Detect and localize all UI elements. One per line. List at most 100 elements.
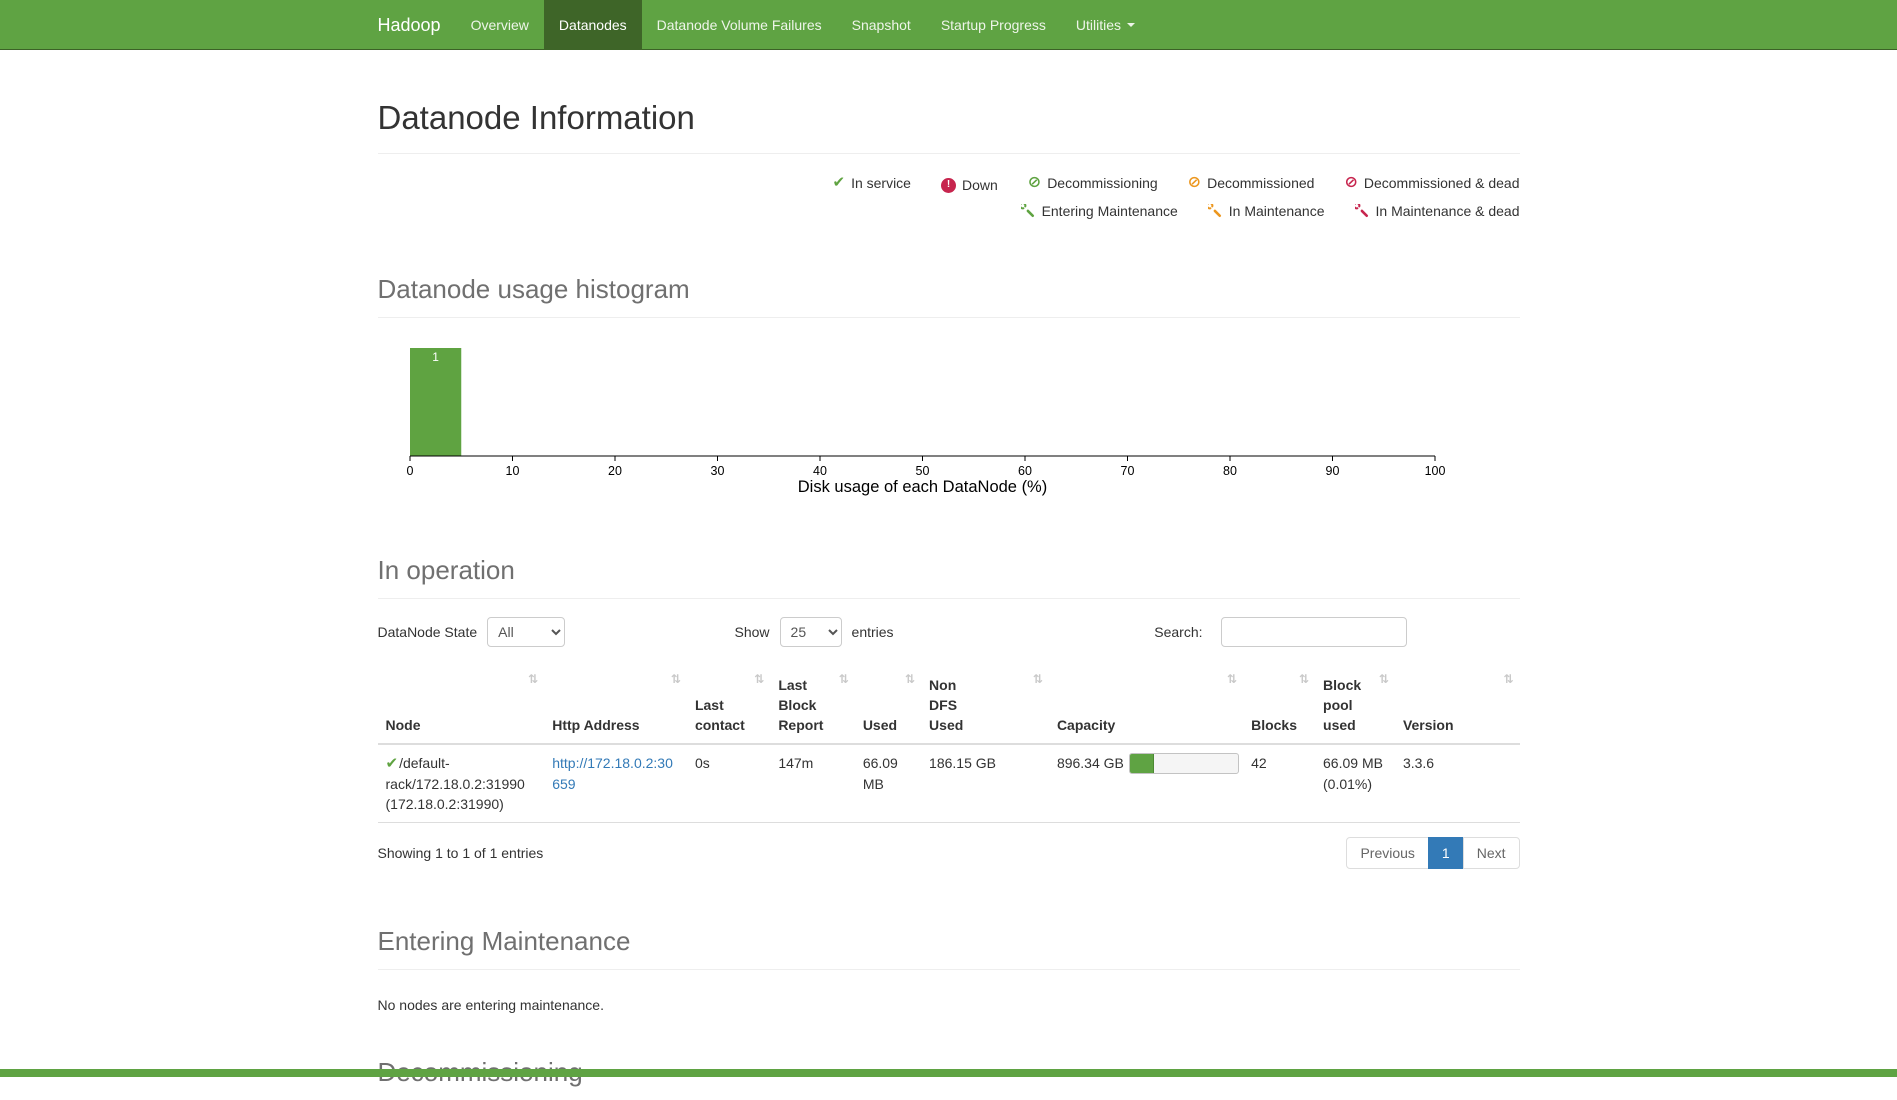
cell-blocks: 42 (1243, 744, 1315, 822)
nav-item-overview: Overview (456, 0, 544, 50)
search-input[interactable] (1221, 617, 1407, 647)
column-label: Used (863, 715, 897, 735)
column-header-capacity[interactable]: Capacity⇅ (1049, 667, 1243, 745)
column-label: Last Block Report (778, 675, 832, 736)
node-address: /default-rack/172.18.0.2:31990 (172.18.0… (386, 755, 525, 812)
column-label: Non DFS Used (929, 675, 977, 736)
cell-last-block-report: 147m (770, 744, 855, 822)
nav-item-snapshot: Snapshot (837, 0, 926, 50)
column-header-blocks[interactable]: Blocks⇅ (1243, 667, 1315, 745)
entries-label: entries (852, 624, 894, 640)
show-label: Show (735, 624, 770, 640)
column-header-used[interactable]: Used ⇅ (855, 667, 921, 745)
nav-link-datanode-volume-failures[interactable]: Datanode Volume Failures (642, 0, 837, 50)
x-tick-label: 10 (505, 464, 519, 478)
column-header-version[interactable]: Version ⇅ (1395, 667, 1520, 745)
legend-label: In Maintenance & dead (1376, 198, 1520, 224)
sort-icon[interactable]: ⇅ (1299, 672, 1309, 686)
x-tick-label: 30 (710, 464, 724, 478)
exclamation-circle-icon: ! (941, 178, 956, 193)
column-header-non-dfs-used[interactable]: Non DFS Used ⇅ (921, 667, 1049, 745)
column-header-last-block-report[interactable]: Last Block Report ⇅ (770, 667, 855, 745)
capacity-progress-bar (1129, 753, 1239, 774)
x-axis-title: Disk usage of each DataNode (%) (797, 478, 1046, 496)
sort-icon[interactable]: ⇅ (839, 672, 849, 686)
legend-label: In Maintenance (1229, 198, 1325, 224)
cell-non-dfs-used: 186.15 GB (921, 744, 1049, 822)
legend-item-in-maintenance-dead: In Maintenance & dead (1355, 198, 1520, 224)
table-footer: Showing 1 to 1 of 1 entries Previous1Nex… (378, 837, 1520, 869)
table-info: Showing 1 to 1 of 1 entries (378, 845, 544, 861)
pagination: Previous1Next (1347, 837, 1519, 869)
section-heading-decommissioning: Decommissioning (378, 1057, 1520, 1100)
sort-icon[interactable]: ⇅ (1033, 672, 1043, 686)
section-heading-in-operation: In operation (378, 555, 1520, 599)
entries-count-select[interactable]: 25 (780, 617, 842, 647)
legend-label: Decommissioned & dead (1364, 170, 1520, 196)
column-header-block-pool-used[interactable]: Block pool used ⇅ (1315, 667, 1395, 745)
bar-count-label: 1 (432, 350, 439, 364)
column-label: Block pool used (1323, 675, 1371, 736)
legend-label: Decommissioned (1207, 170, 1314, 196)
cell-version: 3.3.6 (1395, 744, 1520, 822)
x-tick-label: 100 (1424, 464, 1445, 478)
x-tick-label: 40 (813, 464, 827, 478)
x-tick-label: 0 (406, 464, 413, 478)
cell-node: ✔/default-rack/172.18.0.2:31990 (172.18.… (378, 744, 545, 822)
legend-item-decommissioned-dead: ⊘Decommissioned & dead (1344, 170, 1519, 196)
nav-link-utilities[interactable]: Utilities (1061, 0, 1150, 50)
x-tick-label: 50 (915, 464, 929, 478)
table-header-row: Node⇅Http Address⇅Last contact⇅Last Bloc… (378, 667, 1520, 745)
sort-icon[interactable]: ⇅ (905, 672, 915, 686)
page-button-next[interactable]: Next (1463, 837, 1520, 869)
wrench-icon (1355, 204, 1370, 219)
x-tick-label: 70 (1120, 464, 1134, 478)
page-button-previous[interactable]: Previous (1346, 837, 1428, 869)
nav-link-startup-progress[interactable]: Startup Progress (926, 0, 1061, 50)
datanodes-table: Node⇅Http Address⇅Last contact⇅Last Bloc… (378, 667, 1520, 824)
cell-block-pool-used: 66.09 MB (0.01%) (1315, 744, 1395, 822)
datanode-state-select[interactable]: All (487, 617, 565, 647)
navbar-menu: OverviewDatanodesDatanode Volume Failure… (456, 0, 1150, 50)
nav-item-utilities: Utilities (1061, 0, 1150, 50)
sort-icon[interactable]: ⇅ (1379, 672, 1389, 686)
page-length-control: Show 25 entries (735, 617, 894, 647)
cell-capacity: 896.34 GB (1049, 744, 1243, 822)
nav-item-datanode-volume-failures: Datanode Volume Failures (642, 0, 837, 50)
sort-icon[interactable]: ⇅ (1227, 672, 1237, 686)
column-header-last-contact[interactable]: Last contact ⇅ (687, 667, 770, 745)
table-controls: DataNode State All Show 25 entries Searc… (378, 617, 1520, 651)
legend-item-decommissioning: ⊘Decommissioning (1028, 170, 1158, 196)
hadoop-brand[interactable]: Hadoop (378, 0, 456, 50)
http-address-link[interactable]: http://172.18.0.2:30659 (552, 755, 673, 791)
nav-link-overview[interactable]: Overview (456, 0, 544, 50)
x-tick-label: 90 (1325, 464, 1339, 478)
column-label: Node (386, 715, 421, 735)
sort-icon[interactable]: ⇅ (754, 672, 764, 686)
page-content: Datanode Information ✔In service!Down⊘De… (363, 99, 1535, 1100)
search-label: Search: (1154, 624, 1202, 640)
sort-icon[interactable]: ⇅ (1503, 672, 1513, 686)
column-header-node[interactable]: Node ⇅ (378, 667, 545, 745)
column-header-http-address[interactable]: Http Address⇅ (544, 667, 687, 745)
legend-item-decommissioned: ⊘Decommissioned (1188, 170, 1315, 196)
sort-icon[interactable]: ⇅ (671, 672, 681, 686)
sort-icon[interactable]: ⇅ (528, 672, 538, 686)
entering-maintenance-empty-text: No nodes are entering maintenance. (378, 997, 1520, 1013)
top-navbar: Hadoop OverviewDatanodesDatanode Volume … (0, 0, 1897, 50)
legend-item-in-service: ✔In service (832, 170, 911, 196)
page-item-previous: Previous (1347, 837, 1428, 869)
nav-link-snapshot[interactable]: Snapshot (837, 0, 926, 50)
datanode-row: ✔/default-rack/172.18.0.2:31990 (172.18.… (378, 744, 1520, 822)
bottom-green-bar (0, 1069, 1897, 1077)
check-icon: ✔ (386, 755, 399, 772)
column-label: Version (1403, 715, 1454, 735)
histogram-bar (410, 348, 461, 456)
legend-row: Entering Maintenance In Maintenance In M… (378, 198, 1520, 227)
cell-used: 66.09 MB (855, 744, 921, 822)
cell-last-contact: 0s (687, 744, 770, 822)
legend-label: Down (962, 172, 998, 198)
page-button-1[interactable]: 1 (1428, 837, 1464, 869)
nav-link-datanodes[interactable]: Datanodes (544, 0, 642, 50)
column-label: Last contact (695, 695, 757, 736)
